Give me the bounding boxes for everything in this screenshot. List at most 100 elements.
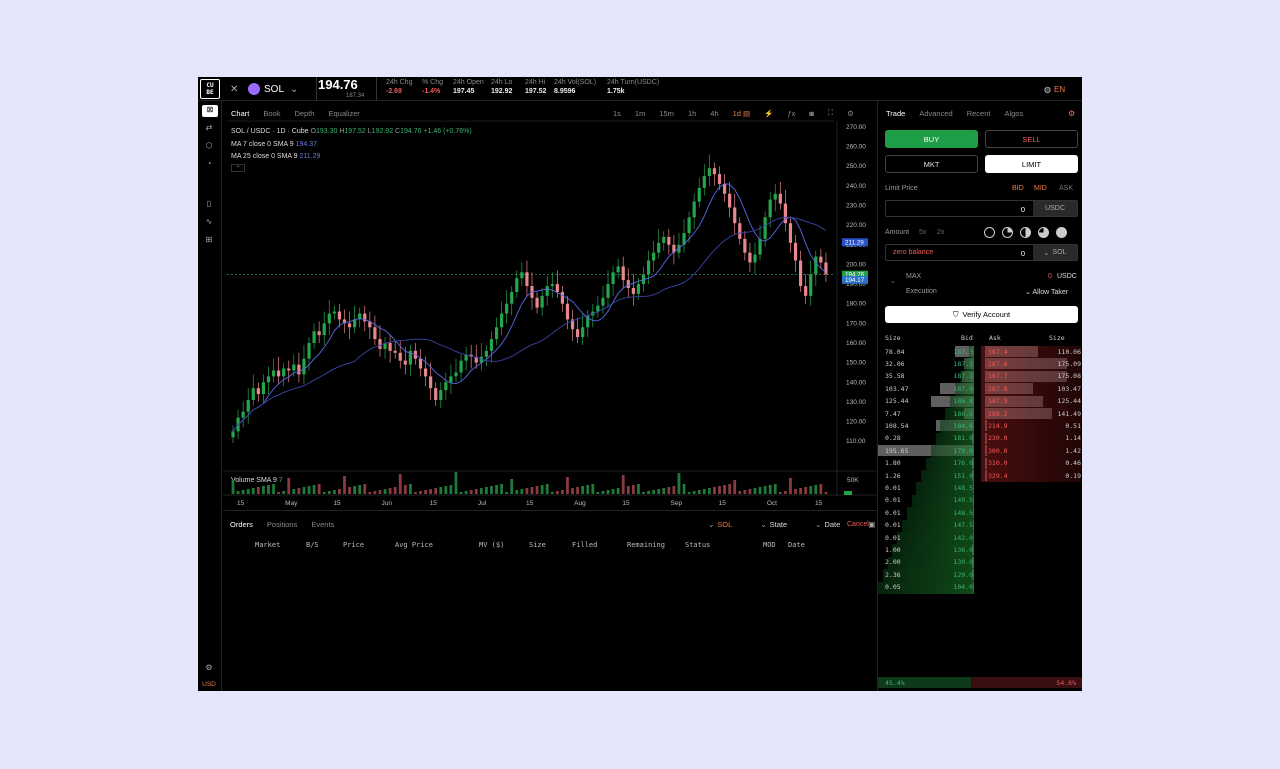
ask-row[interactable]: 310.0 0.46 bbox=[981, 457, 1081, 470]
column-header[interactable]: MOD bbox=[763, 541, 776, 549]
filter-state[interactable]: ⌄ State bbox=[760, 520, 801, 529]
column-header[interactable]: Market bbox=[255, 541, 280, 549]
limit-price-input[interactable]: 0 USDC bbox=[885, 200, 1078, 217]
bid-row[interactable]: 0.28 181.0 bbox=[878, 432, 978, 446]
amount-input[interactable]: zero balance 0 ⌄ SOL bbox=[885, 244, 1078, 261]
tab-positions[interactable]: Positions bbox=[267, 520, 297, 529]
activity-icon[interactable]: ∿ bbox=[202, 217, 216, 229]
clipboard-icon[interactable]: ▯ bbox=[202, 199, 216, 211]
bid-row[interactable]: 125.44 186.8 bbox=[878, 395, 978, 408]
bid-price: 148.5 bbox=[953, 483, 973, 492]
settings-icon[interactable]: ⚙ bbox=[1068, 109, 1075, 118]
bid-row[interactable]: 2.36 129.0 bbox=[878, 569, 978, 582]
column-header[interactable]: Avg Price bbox=[395, 541, 433, 549]
column-header[interactable]: Price bbox=[343, 541, 364, 549]
bid-row[interactable]: 78.04 187.3 bbox=[878, 346, 978, 359]
cancel-all-button[interactable]: Cancel bbox=[847, 521, 869, 528]
candle-body bbox=[454, 372, 458, 377]
bid-row[interactable]: 0.01 142.0 bbox=[878, 532, 978, 545]
candle-body bbox=[266, 376, 271, 383]
tab-algos[interactable]: Algos bbox=[1004, 109, 1023, 118]
candle-body bbox=[327, 313, 331, 324]
bid-row[interactable]: 7.47 186.5 bbox=[878, 408, 978, 421]
column-header[interactable]: Size bbox=[529, 541, 546, 549]
buy-button[interactable]: BUY bbox=[885, 130, 978, 148]
bid-row[interactable]: 2.00 130.0 bbox=[878, 556, 978, 570]
bid-price: 187.1 bbox=[953, 372, 973, 381]
bid-row[interactable]: 1.80 176.0 bbox=[878, 457, 978, 470]
bid-row[interactable]: 32.06 187.2 bbox=[878, 358, 978, 371]
bid-size: 108.54 bbox=[885, 421, 909, 430]
column-header[interactable]: Remaining bbox=[627, 541, 665, 549]
symbol-selector[interactable]: SOL ⌄ bbox=[248, 77, 298, 101]
bid-shortcut[interactable]: BID bbox=[1012, 185, 1024, 192]
leverage-2x[interactable]: 2x bbox=[937, 229, 944, 236]
tab-events[interactable]: Events bbox=[311, 520, 334, 529]
execution-selector[interactable]: ⌄ Allow Taker bbox=[1025, 288, 1068, 296]
mid-shortcut[interactable]: MID bbox=[1034, 185, 1047, 192]
bid-row[interactable]: 1.26 151.0 bbox=[878, 470, 978, 483]
fraction-0-icon[interactable] bbox=[984, 227, 995, 238]
leverage-5x[interactable]: 5x bbox=[919, 229, 926, 236]
bid-row[interactable]: 1.00 136.0 bbox=[878, 544, 978, 557]
ask-row[interactable]: 300.0 1.42 bbox=[981, 445, 1081, 458]
tab-orders[interactable]: Orders bbox=[230, 520, 253, 529]
language-selector[interactable]: ◍ EN bbox=[1044, 77, 1065, 101]
column-header[interactable]: Filled bbox=[572, 541, 597, 549]
column-header[interactable]: Status bbox=[685, 541, 710, 549]
ask-row[interactable]: 187.8 103.47 bbox=[981, 383, 1081, 396]
bid-row[interactable]: 0.01 148.5 bbox=[878, 482, 978, 495]
fraction-50-icon[interactable] bbox=[1020, 227, 1031, 238]
ask-shortcut[interactable]: ASK bbox=[1059, 185, 1073, 192]
swap-icon[interactable]: ⇄ bbox=[202, 123, 216, 135]
ask-row[interactable]: 230.0 1.14 bbox=[981, 432, 1081, 446]
bid-row[interactable]: 0.01 147.5 bbox=[878, 519, 978, 532]
fraction-75-icon[interactable] bbox=[1038, 227, 1049, 238]
bid-row[interactable]: 108.54 184.6 bbox=[878, 420, 978, 433]
ask-row[interactable]: 214.9 0.51 bbox=[981, 420, 1081, 433]
volume-bar bbox=[753, 488, 757, 494]
bid-row[interactable]: 35.58 187.1 bbox=[878, 370, 978, 384]
cube-icon[interactable]: ⬡ bbox=[202, 141, 216, 153]
bid-price: 136.0 bbox=[953, 545, 973, 554]
column-header[interactable]: MV ($) bbox=[479, 541, 504, 549]
verify-account-button[interactable]: ⛉ Verify Account bbox=[885, 306, 1078, 323]
y-tick-label: 200.00 bbox=[846, 261, 866, 268]
tab-advanced[interactable]: Advanced bbox=[919, 109, 952, 118]
quote-currency[interactable]: USD bbox=[202, 681, 216, 691]
fraction-100-icon[interactable] bbox=[1056, 227, 1067, 238]
bid-row[interactable]: 0.01 148.5 bbox=[878, 507, 978, 520]
volume-bar bbox=[677, 473, 681, 494]
cube-logo[interactable]: CU BE bbox=[200, 79, 220, 99]
pin-icon[interactable]: ✕ bbox=[230, 77, 238, 101]
history-icon[interactable]: ◔ bbox=[202, 159, 216, 171]
bid-row[interactable]: 103.47 187.0 bbox=[878, 383, 978, 396]
settings-icon[interactable]: ⚙ bbox=[202, 663, 216, 675]
column-header[interactable]: B/S bbox=[306, 541, 319, 549]
price-chart[interactable]: 270.00260.00250.00240.00230.00220.00210.… bbox=[223, 101, 877, 509]
ask-row[interactable]: 187.6 175.09 bbox=[981, 358, 1081, 371]
bid-row[interactable]: 0.01 149.5 bbox=[878, 494, 978, 508]
trade-icon[interactable]: ⊠ bbox=[202, 105, 218, 117]
ask-row[interactable]: 187.9 125.44 bbox=[981, 395, 1081, 408]
bid-row[interactable]: 0.05 104.0 bbox=[878, 581, 978, 594]
column-header[interactable]: Date bbox=[788, 541, 805, 549]
filter-sol[interactable]: ⌄ SOL bbox=[708, 520, 746, 529]
bid-row[interactable]: 195.65 179.0 bbox=[878, 445, 978, 458]
fraction-25-icon[interactable] bbox=[1002, 227, 1013, 238]
sell-button[interactable]: SELL bbox=[985, 130, 1078, 148]
volume-bar bbox=[231, 480, 235, 494]
tab-trade[interactable]: Trade bbox=[886, 109, 905, 118]
calendar-icon[interactable]: ▣ bbox=[868, 520, 875, 529]
volume-bar bbox=[814, 485, 818, 494]
volume-bar bbox=[647, 491, 650, 494]
ask-row[interactable]: 187.4 110.06 bbox=[981, 346, 1081, 359]
limit-order-button[interactable]: LIMIT bbox=[985, 155, 1078, 173]
ask-row[interactable]: 187.7 175.08 bbox=[981, 370, 1081, 384]
market-order-button[interactable]: MKT bbox=[885, 155, 978, 173]
tab-recent[interactable]: Recent bbox=[967, 109, 991, 118]
gift-icon[interactable]: ⊞ bbox=[202, 235, 216, 247]
expand-chevron-icon[interactable]: ⌄ bbox=[890, 277, 896, 285]
ask-row[interactable]: 329.4 0.19 bbox=[981, 470, 1081, 483]
ask-row[interactable]: 188.2 141.49 bbox=[981, 408, 1081, 421]
